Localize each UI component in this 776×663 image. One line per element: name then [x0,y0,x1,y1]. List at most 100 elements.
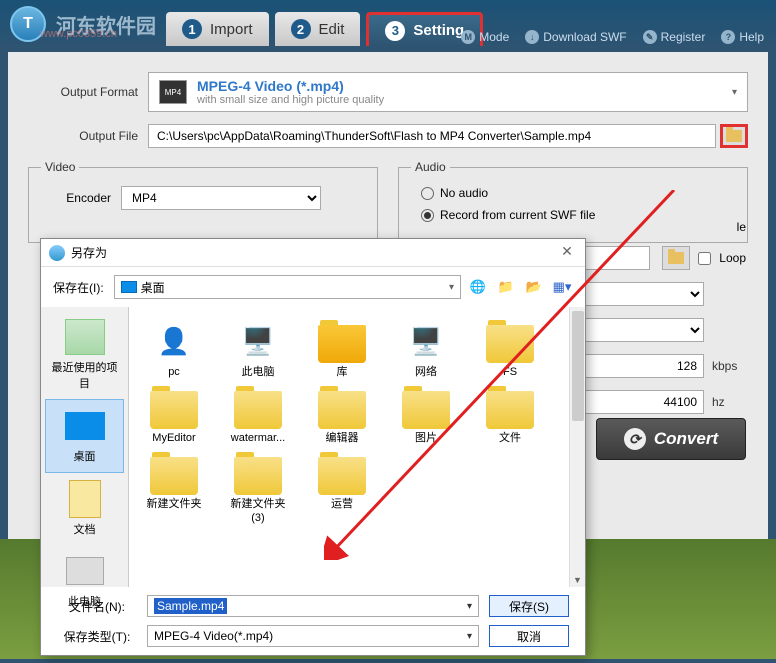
file-item-myeditor[interactable]: MyEditor [141,385,207,445]
dialog-sidebar: 最近使用的项目 桌面 文档 此电脑 [41,307,129,587]
browse-output-button[interactable] [720,124,748,148]
close-button[interactable]: ✕ [557,243,577,263]
radio-noaudio[interactable]: No audio [421,186,735,200]
tab-edit-label: Edit [319,21,345,38]
convert-button[interactable]: ⟳ Convert [596,418,746,460]
file-item-pics[interactable]: 图片 [393,385,459,445]
output-format-select[interactable]: MP4 MPEG-4 Video (*.mp4) with small size… [148,72,748,112]
top-menu: MMode ↓Download SWF ✎Register ?Help [461,30,764,44]
radio-checked-icon [421,209,434,222]
samplerate-unit: hz [712,395,746,409]
folder-icon [234,385,282,429]
dialog-bottom: 文件名(N): Sample.mp4 ▾ 保存(S) 保存类型(T): MPEG… [41,587,585,663]
up-button[interactable]: 📁 [495,276,517,298]
chevron-down-icon: ▾ [449,282,454,293]
file-item-thispc[interactable]: 🖥️此电脑 [225,319,291,379]
file-item-network[interactable]: 🖥️网络 [393,319,459,379]
file-list: 👤pc 🖥️此电脑 库 🖥️网络 FS MyEditor watermar...… [129,307,569,587]
step-num-2: 2 [291,19,311,39]
filename-label: 文件名(N): [57,598,137,615]
bitrate-input[interactable] [574,354,704,378]
file-item-watermark[interactable]: watermar... [225,385,291,445]
loop-label: Loop [719,251,746,265]
output-format-label: Output Format [28,85,148,99]
view-button[interactable]: ▦▾ [551,276,573,298]
save-in-label: 保存在(I): [53,279,104,296]
cancel-button[interactable]: 取消 [489,625,569,647]
output-file-label: Output File [28,129,148,143]
folder-icon [318,385,366,429]
file-item-newfolder3[interactable]: 新建文件夹 (3) [225,451,291,524]
scrollbar[interactable]: ▲ ▼ [569,307,585,587]
step-tabs: 1 Import 2 Edit 3 Setting [166,2,483,46]
convert-icon: ⟳ [624,428,646,450]
file-item-editor[interactable]: 编辑器 [309,385,375,445]
sidebar-desktop[interactable]: 桌面 [45,399,124,473]
folder-icon [486,319,534,363]
browse-audio-button[interactable] [662,246,690,270]
menu-help[interactable]: ?Help [721,30,764,44]
tab-edit[interactable]: 2 Edit [275,12,361,46]
step-num-1: 1 [182,19,202,39]
folder-icon [150,385,198,429]
dialog-icon [49,245,65,261]
filetype-label: 保存类型(T): [57,628,137,645]
file-item-fs[interactable]: FS [477,319,543,379]
folder-icon [234,451,282,495]
chevron-down-icon: ▾ [467,601,472,612]
filetype-select[interactable]: MPEG-4 Video(*.mp4) ▾ [147,625,479,647]
tab-setting-label: Setting [413,22,464,39]
bitrate-unit: kbps [712,359,746,373]
sidebar-recent[interactable]: 最近使用的项目 [45,311,124,399]
back-button[interactable]: 🌐 [467,276,489,298]
scroll-down-icon: ▼ [573,575,582,585]
desktop-icon [65,408,105,444]
video-legend: Video [41,160,79,174]
video-fieldset: Video Encoder MP4 [28,160,378,243]
step-num-3: 3 [385,21,405,41]
pc-icon: 🖥️ [234,319,282,363]
filename-input[interactable]: Sample.mp4 ▾ [147,595,479,617]
chevron-down-icon: ▾ [732,87,737,98]
file-item-newfolder[interactable]: 新建文件夹 [141,451,207,524]
folder-icon [486,385,534,429]
loop-checkbox[interactable] [698,252,711,265]
format-badge-icon: MP4 [159,80,187,104]
watermark: www.pc0359.cn [40,28,117,40]
file-item-pc[interactable]: 👤pc [141,319,207,379]
dialog-titlebar: 另存为 ✕ [41,239,585,267]
network-icon: 🖥️ [402,319,450,363]
tab-import[interactable]: 1 Import [166,12,269,46]
topbar: T 河东软件园 www.pc0359.cn 1 Import 2 Edit 3 … [0,0,776,48]
format-title: MPEG-4 Video (*.mp4) [197,78,384,94]
dialog-title: 另存为 [71,244,557,261]
docs-icon [65,481,105,517]
help-icon: ? [721,30,735,44]
samplerate-input[interactable] [574,390,704,414]
file-item-files[interactable]: 文件 [477,385,543,445]
file-item-yunying[interactable]: 运营 [309,451,375,524]
format-subtitle: with small size and high picture quality [197,94,384,106]
new-folder-button[interactable]: 📂 [523,276,545,298]
recent-icon [65,319,105,355]
radio-icon [421,187,434,200]
library-icon [318,319,366,363]
encoder-select[interactable]: MP4 [121,186,321,210]
mode-icon: M [461,30,475,44]
sidebar-docs[interactable]: 文档 [45,473,124,545]
folder-icon [726,130,742,142]
location-dropdown[interactable]: 桌面 ▾ [114,275,461,299]
menu-download[interactable]: ↓Download SWF [525,30,626,44]
chevron-down-icon: ▾ [467,631,472,642]
output-file-input[interactable] [148,124,716,148]
register-icon: ✎ [643,30,657,44]
menu-mode[interactable]: MMode [461,30,509,44]
scroll-thumb[interactable] [572,311,584,421]
file-suffix: le [737,220,746,234]
file-item-library[interactable]: 库 [309,319,375,379]
save-button[interactable]: 保存(S) [489,595,569,617]
encoder-label: Encoder [41,191,121,205]
save-dialog: 另存为 ✕ 保存在(I): 桌面 ▾ 🌐 📁 📂 ▦▾ 最近使用的项目 桌面 文… [40,238,586,656]
audio-legend: Audio [411,160,450,174]
menu-register[interactable]: ✎Register [643,30,706,44]
